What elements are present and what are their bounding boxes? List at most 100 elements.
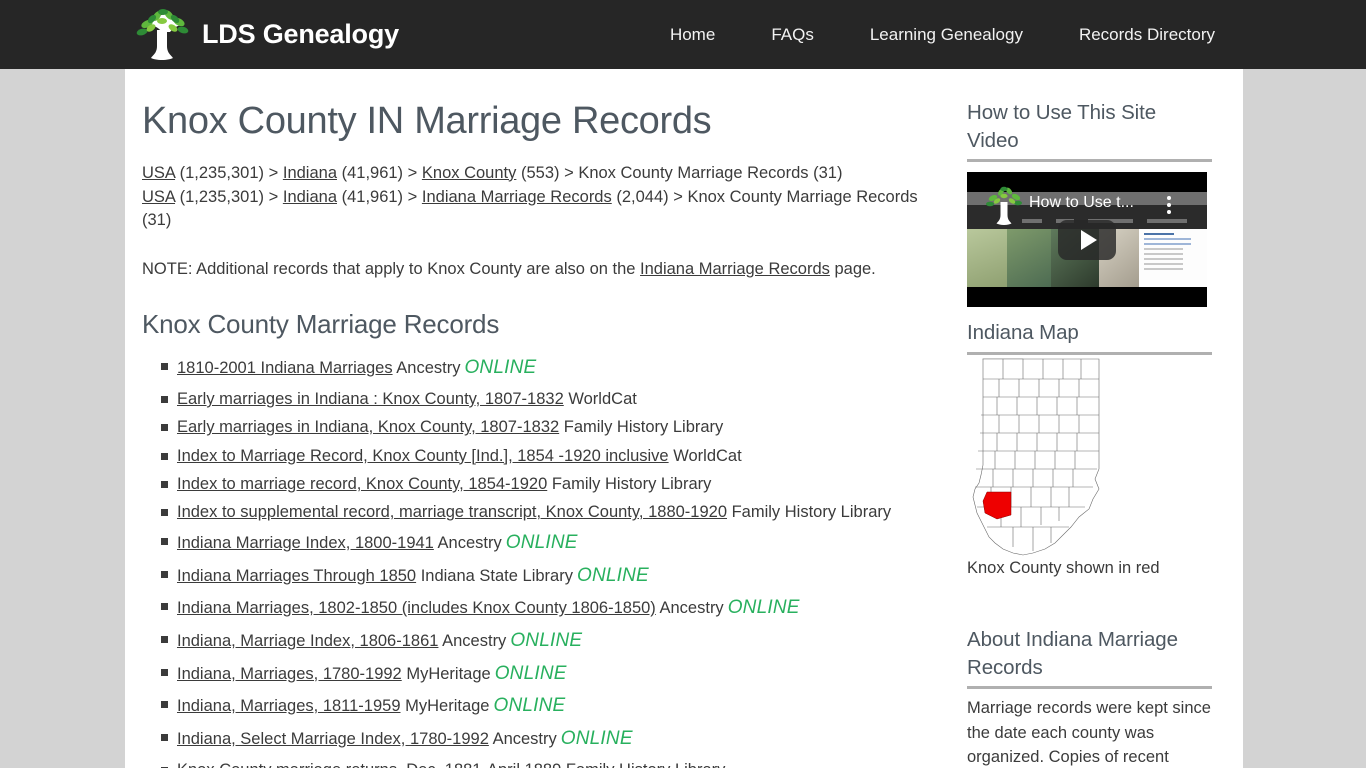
site-logo-link[interactable]: LDS Genealogy (131, 8, 399, 62)
map-widget-title: Indiana Map (967, 321, 1079, 345)
widget-indiana-map: Indiana Map Knox County shown in red (967, 319, 1212, 578)
breadcrumb-separator: > (673, 187, 683, 206)
online-badge: ONLINE (505, 531, 578, 553)
page-note: NOTE: Additional records that apply to K… (142, 258, 932, 282)
record-source: Ancestry (492, 729, 557, 748)
breadcrumb-line-1: USA (1,235,301) > Indiana (41,961) > Kno… (142, 162, 932, 186)
record-link[interactable]: Early marriages in Indiana : Knox County… (177, 390, 564, 408)
record-source: Ancestry (659, 599, 724, 618)
record-list-item: 1810-2001 Indiana Marriages Ancestry ONLI… (161, 352, 932, 385)
online-badge: ONLINE (576, 564, 649, 586)
online-badge: ONLINE (510, 629, 583, 651)
nav-learning-genealogy[interactable]: Learning Genealogy (842, 0, 1051, 69)
record-link[interactable]: Indiana, Select Marriage Index, 1780-199… (177, 730, 489, 748)
kebab-menu-icon (1167, 196, 1171, 217)
record-list-item: Early marriages in Indiana, Knox County,… (161, 413, 932, 441)
breadcrumb-separator: > (268, 187, 279, 206)
record-source: MyHeritage (406, 664, 491, 683)
widget-about-indiana-marriage-records: About Indiana Marriage Records Marriage … (967, 626, 1212, 768)
note-link-indiana-marriage-records[interactable]: Indiana Marriage Records (640, 260, 830, 278)
breadcrumb-separator: > (407, 187, 418, 206)
record-link[interactable]: Indiana Marriage Index, 1800-1941 (177, 534, 434, 552)
about-widget-body: Marriage records were kept since the dat… (967, 699, 1211, 766)
map-caption: Knox County shown in red (967, 559, 1160, 578)
record-link[interactable]: Indiana Marriages Through 1850 (177, 567, 416, 585)
breadcrumb-line-2: USA (1,235,301) > Indiana (41,961) > Ind… (142, 186, 932, 234)
breadcrumb2-link-indiana[interactable]: Indiana (283, 188, 337, 206)
record-list-item: Indiana Marriages Through 1850 Indiana S… (161, 560, 932, 593)
breadcrumb-current: Knox County Marriage Records (31) (578, 163, 843, 182)
record-list-item: Indiana, Select Marriage Index, 1780-199… (161, 723, 932, 756)
breadcrumb2-count-indiana: (41,961) (341, 187, 404, 206)
record-source: Family History Library (551, 475, 712, 494)
indiana-map-image (967, 357, 1207, 556)
record-list-item: Indiana, Marriage Index, 1806-1861 Ances… (161, 625, 932, 658)
online-badge: ONLINE (494, 662, 567, 684)
record-source: Family History Library (566, 761, 726, 768)
widget-divider (967, 159, 1212, 163)
record-source: Ancestry (396, 359, 461, 378)
record-list-item: Indiana, Marriages, 1780-1992 MyHeritage… (161, 658, 932, 691)
record-list-item: Index to Marriage Record, Knox County [I… (161, 442, 932, 470)
record-source: Family History Library (563, 418, 724, 437)
nav-records-directory[interactable]: Records Directory (1051, 0, 1243, 69)
record-link[interactable]: Indiana, Marriage Index, 1806-1861 (177, 632, 438, 650)
record-source: Indiana State Library (420, 566, 573, 585)
main-navigation: Home FAQs Learning Genealogy Records Dir… (642, 0, 1243, 69)
breadcrumb2-link-usa[interactable]: USA (142, 188, 175, 206)
widget-divider (967, 352, 1212, 356)
video-widget-title: How to Use This Site Video (967, 101, 1157, 152)
page-container: Knox County IN Marriage Records USA (1,2… (125, 69, 1243, 768)
record-link[interactable]: Indiana, Marriages, 1811-1959 (177, 697, 401, 715)
tree-logo-icon (131, 8, 193, 62)
online-badge: ONLINE (560, 727, 633, 749)
record-link[interactable]: Index to Marriage Record, Knox County [I… (177, 447, 669, 465)
record-link[interactable]: Knox County marriage returns, Dec. 1881-… (177, 761, 561, 768)
video-text-block (1139, 229, 1207, 288)
breadcrumb2-count-parent: (2,044) (616, 187, 669, 206)
widget-divider (967, 686, 1212, 690)
widget-how-to-use-video: How to Use This Site Video How to Use t.… (967, 99, 1212, 308)
record-link[interactable]: Indiana Marriages, 1802-1850 (includes K… (177, 599, 656, 617)
record-source: Ancestry (442, 631, 507, 650)
record-list-item: Indiana Marriages, 1802-1850 (includes K… (161, 592, 932, 625)
record-link[interactable]: Indiana, Marriages, 1780-1992 (177, 665, 402, 683)
breadcrumb2-link-indiana-marriage-records[interactable]: Indiana Marriage Records (422, 188, 612, 206)
breadcrumb: USA (1,235,301) > Indiana (41,961) > Kno… (142, 162, 932, 234)
main-content: Knox County IN Marriage Records USA (1,2… (142, 69, 932, 768)
breadcrumb-count-usa: (1,235,301) (179, 163, 265, 182)
video-photo-1 (967, 229, 1007, 288)
nav-faqs[interactable]: FAQs (743, 0, 842, 69)
record-link[interactable]: 1810-2001 Indiana Marriages (177, 359, 393, 377)
breadcrumb-separator: > (564, 163, 574, 182)
online-badge: ONLINE (727, 597, 800, 619)
note-prefix: NOTE: Additional records that apply to K… (142, 260, 641, 279)
video-photo-2 (1007, 229, 1051, 288)
breadcrumb-separator: > (268, 163, 279, 182)
record-link[interactable]: Index to supplemental record, marriage t… (177, 503, 727, 521)
breadcrumb-separator: > (407, 163, 418, 182)
note-suffix: page. (829, 260, 876, 279)
record-source: MyHeritage (405, 697, 490, 716)
nav-home[interactable]: Home (642, 0, 743, 69)
online-badge: ONLINE (464, 357, 537, 379)
about-widget-title: About Indiana Marriage Records (967, 628, 1178, 679)
record-list-item: Index to supplemental record, marriage t… (161, 498, 932, 526)
breadcrumb-count-knox-county: (553) (520, 163, 560, 182)
breadcrumb-count-indiana: (41,961) (341, 163, 404, 182)
page-title: Knox County IN Marriage Records (142, 100, 712, 142)
record-list-item: Knox County marriage returns, Dec. 1881-… (161, 756, 932, 768)
record-list-item: Early marriages in Indiana : Knox County… (161, 385, 932, 413)
breadcrumb-link-knox-county[interactable]: Knox County (422, 164, 516, 182)
video-tree-logo-icon (986, 187, 1022, 226)
record-link[interactable]: Index to marriage record, Knox County, 1… (177, 475, 547, 493)
video-thumbnail[interactable]: How to Use t... (967, 172, 1207, 308)
record-list-item: Indiana Marriage Index, 1800-1941 Ancest… (161, 527, 932, 560)
play-button-icon[interactable] (1058, 219, 1116, 260)
breadcrumb-link-usa[interactable]: USA (142, 164, 175, 182)
video-thumbnail-title: How to Use t... (1029, 194, 1134, 212)
breadcrumb2-count-usa: (1,235,301) (179, 187, 265, 206)
site-header: LDS Genealogy Home FAQs Learning Genealo… (0, 0, 1366, 69)
breadcrumb-link-indiana[interactable]: Indiana (283, 164, 337, 182)
record-link[interactable]: Early marriages in Indiana, Knox County,… (177, 418, 559, 436)
